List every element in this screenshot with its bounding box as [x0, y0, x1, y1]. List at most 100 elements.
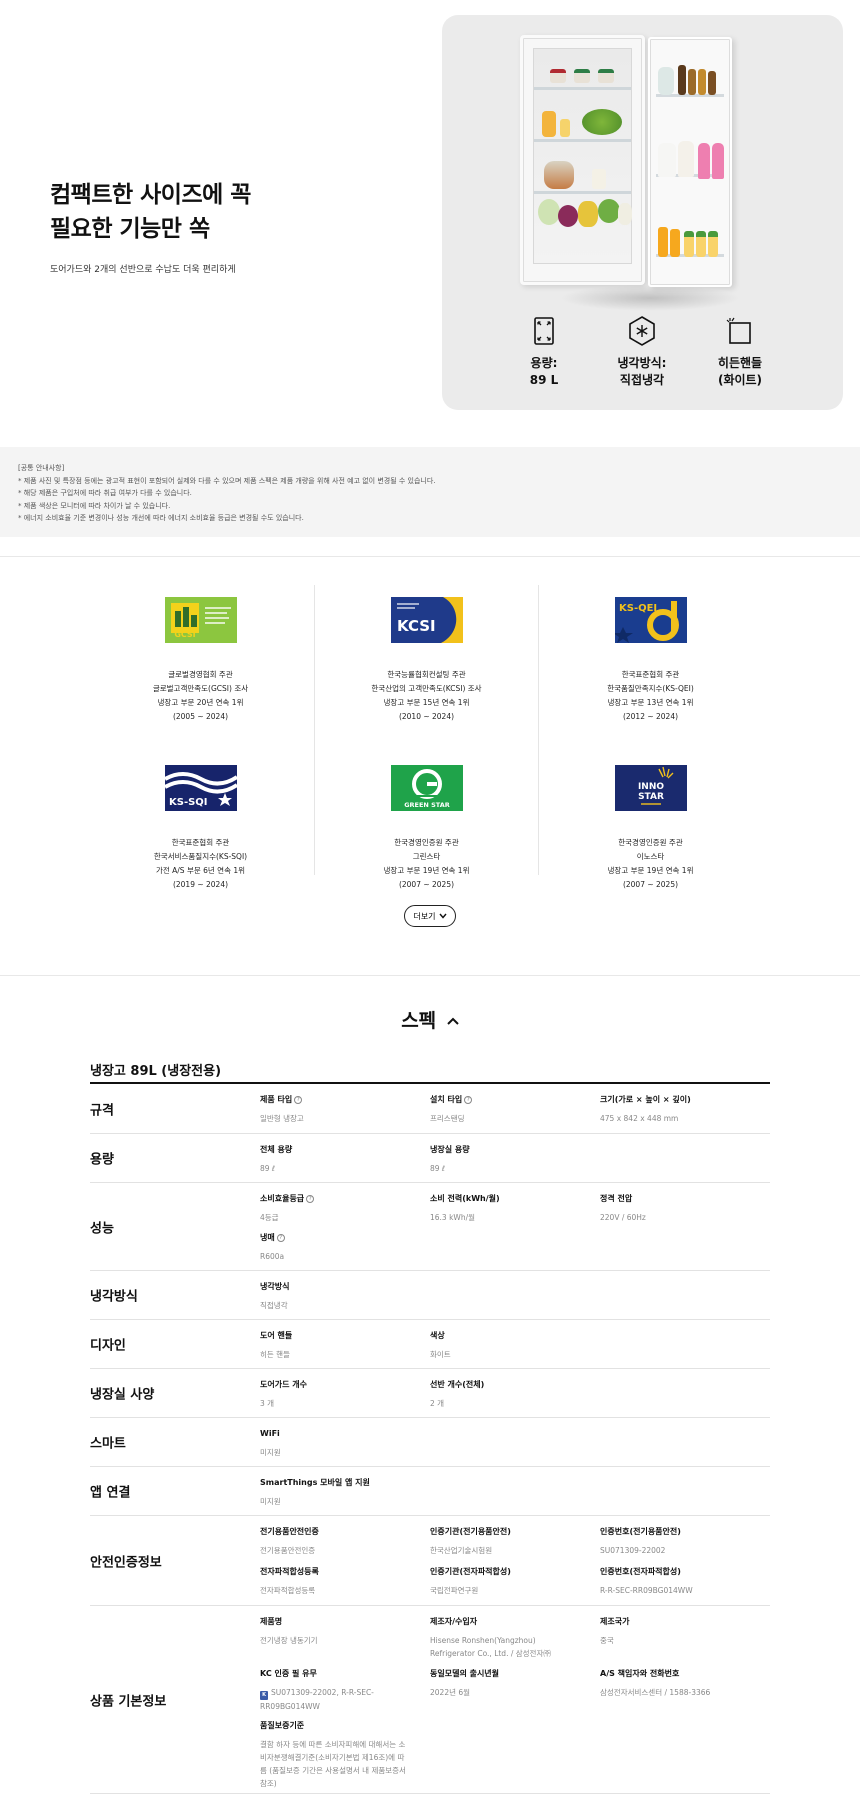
award-text-line: 한국표준협회 주관 [171, 838, 230, 847]
spec-key: KC 인증 필 유무 [260, 1669, 317, 1678]
gcsi-logo: GCSI [164, 597, 237, 643]
hero-title-line1: 컴팩트한 사이즈에 꼭 [50, 182, 251, 208]
spec-row-label: 디자인 [90, 1338, 126, 1354]
spec-cell: 동일모델의 출시년월 2022년 6월 [430, 1668, 580, 1699]
award-gcsi: GCSI 글로벌경영협회 주관 글로벌고객만족도(GCSI) 조사 냉장고 부문… [88, 597, 313, 724]
spec-key: 제품명 [260, 1617, 283, 1626]
svg-text:INNO: INNO [637, 782, 663, 792]
award-text-line: (2007 ~ 2025) [398, 880, 455, 889]
award-text-line: 한국서비스품질지수(KS-SQI) [153, 852, 248, 861]
spec-key: 도어가드 개수 [260, 1380, 307, 1389]
spec-handle-line2: (화이트) [717, 373, 763, 387]
spec-cell: 품질보증기준 결함 하자 등에 따른 소비자피해에 대해서는 소비자분쟁해결기준… [260, 1720, 410, 1790]
help-icon[interactable]: ? [276, 1234, 285, 1242]
spec-cooling: 냉각방식: 직접냉각 [592, 315, 692, 389]
more-button[interactable]: 더보기 [404, 905, 456, 927]
snowflake-hexagon-icon [626, 315, 658, 347]
spec-key: 소비 전력(kWh/월) [430, 1194, 500, 1203]
hero-section: 컴팩트한 사이즈에 꼭 필요한 기능만 쏙 도어가드와 2개의 선반으로 수납도… [0, 0, 860, 440]
award-text-line: 글로벌경영협회 주관 [168, 670, 233, 679]
chevron-down-icon [439, 913, 447, 919]
spec-cell: 제품 타입? 일반형 냉장고 [260, 1094, 410, 1125]
spec-value: SU071309-22002, R-R-SEC-RR09BG014WW [260, 1688, 374, 1711]
spec-cell: 도어가드 개수 3 개 [260, 1379, 410, 1410]
award-text-line: 한국경영인증원 주관 [394, 838, 459, 847]
svg-text:GREEN STAR: GREEN STAR [404, 801, 450, 809]
spec-row: 앱 연결 SmartThings 모바일 앱 지원 미지원 [90, 1467, 770, 1516]
award-text-line: 그린스타 [412, 852, 441, 861]
help-icon[interactable]: ? [306, 1195, 315, 1203]
spec-row: 냉각방식 냉각방식 직접냉각 [90, 1271, 770, 1320]
award-kcsi: KCSI 한국능률협회컨설팅 주관 한국산업의 고객만족도(KCSI) 조사 냉… [314, 597, 539, 724]
notice-title: [공통 안내사항] [18, 464, 65, 472]
award-text-line: (2005 ~ 2024) [172, 712, 229, 721]
spec-cell: 제조국가 중국 [600, 1616, 750, 1647]
spec-value: 화이트 [430, 1350, 451, 1359]
spec-key: 설치 타입 [430, 1095, 463, 1104]
chevron-up-icon [447, 1017, 459, 1025]
award-ks-qei: KS-QEI 한국표준협회 주관 한국품질만족지수(KS-QEI) 냉장고 부문… [538, 597, 763, 724]
award-text-line: 한국품질만족지수(KS-QEI) [607, 684, 694, 693]
spec-table: 규격 제품 타입? 일반형 냉장고 설치 타입? 프리스탠딩 크기(가로 × 높… [90, 1082, 770, 1794]
spec-row-label: 상품 기본정보 [90, 1694, 167, 1709]
spec-value: 히든 핸들 [260, 1350, 290, 1359]
spec-cell: A/S 책임자와 전화번호 삼성전자서비스센터 / 1588-3366 [600, 1668, 770, 1699]
spec-value: 미지원 [260, 1497, 281, 1506]
spec-key: 제조자/수입자 [430, 1617, 478, 1626]
spec-key: 인증기관(전자파적합성) [430, 1567, 511, 1576]
spec-value: 직접냉각 [260, 1301, 288, 1310]
award-text-line: (2007 ~ 2025) [622, 880, 679, 889]
spec-value: SU071309-22002 [600, 1546, 666, 1555]
model-title: 냉장고 89L (냉장전용) [90, 1064, 222, 1079]
award-text-line: 한국표준협회 주관 [621, 670, 680, 679]
award-text-line: 가전 A/S 부문 6년 연속 1위 [155, 866, 246, 875]
spec-cell: 소비 전력(kWh/월) 16.3 kWh/월 [430, 1193, 580, 1224]
help-icon[interactable]: ? [294, 1096, 303, 1104]
spec-key: 품질보증기준 [260, 1721, 305, 1730]
ks-qei-logo: KS-QEI [614, 597, 687, 643]
spec-toggle[interactable]: 스펙 [0, 1006, 860, 1033]
award-text-line: 이노스타 [636, 852, 665, 861]
spec-value: 2 개 [430, 1399, 445, 1408]
spec-cell: 크기(가로 × 높이 × 깊이) 475 x 842 x 448 mm [600, 1094, 770, 1125]
spec-cell: 전자파적합성등록 전자파적합성등록 [260, 1566, 410, 1597]
spec-row-label: 성능 [90, 1221, 114, 1236]
spec-key: 냉장실 용량 [430, 1145, 470, 1154]
spec-row: 스마트 WiFi 미지원 [90, 1418, 770, 1467]
notice-line: * 에너지 소비효율 기준 변경이나 성능 개선에 따라 에너지 소비효율 등급… [18, 514, 304, 523]
spec-key: 동일모델의 출시년월 [430, 1669, 500, 1678]
spec-cell: 인증기관(전자파적합성) 국립전파연구원 [430, 1566, 580, 1597]
kcsi-logo: KCSI [390, 597, 463, 643]
spec-key: 전체 용량 [260, 1145, 293, 1154]
spec-row-label: 냉장실 사양 [90, 1387, 155, 1403]
award-text-line: (2010 ~ 2024) [398, 712, 455, 721]
spec-row-label: 규격 [90, 1103, 114, 1118]
spec-key: WiFi [260, 1429, 280, 1438]
svg-text:KS-QEI: KS-QEI [619, 603, 657, 614]
spec-value: 3 개 [260, 1399, 275, 1408]
spec-row-label: 냉각방식 [90, 1289, 138, 1305]
help-icon[interactable]: ? [464, 1096, 473, 1104]
spec-value: 미지원 [260, 1448, 281, 1457]
spec-value: 한국산업기술시험원 [430, 1546, 493, 1555]
award-green-star: GREEN STAR 한국경영인증원 주관 그린스타 냉장고 부문 19년 연속… [314, 765, 539, 892]
spec-row: 규격 제품 타입? 일반형 냉장고 설치 타입? 프리스탠딩 크기(가로 × 높… [90, 1084, 770, 1134]
spec-key: A/S 책임자와 전화번호 [600, 1669, 680, 1678]
spec-key: 냉각방식 [260, 1282, 290, 1291]
award-text-line: 한국경영인증원 주관 [618, 838, 683, 847]
spec-cell: 색상 화이트 [430, 1330, 580, 1361]
common-notice: [공통 안내사항] * 제품 사진 및 특장점 등에는 광고적 표현이 포함되어… [0, 447, 860, 537]
spec-key: 냉매 [260, 1233, 275, 1242]
spec-key: 전기용품안전인증 [260, 1527, 319, 1536]
hero-title: 컴팩트한 사이즈에 꼭 필요한 기능만 쏙 [50, 178, 251, 246]
hidden-handle-icon [724, 315, 756, 347]
spec-key: 도어 핸들 [260, 1331, 293, 1340]
spec-key: 색상 [430, 1331, 445, 1340]
spec-cell: 소비효율등급? 4등급 [260, 1193, 410, 1224]
spec-row-label: 안전인증정보 [90, 1555, 162, 1570]
spec-cell: 냉각방식 직접냉각 [260, 1281, 410, 1312]
spec-key: 전자파적합성등록 [260, 1567, 319, 1576]
svg-text:GCSI: GCSI [174, 630, 195, 639]
spec-cell: 냉매? R600a [260, 1232, 410, 1263]
spec-key: 인증기관(전기용품안전) [430, 1527, 511, 1536]
